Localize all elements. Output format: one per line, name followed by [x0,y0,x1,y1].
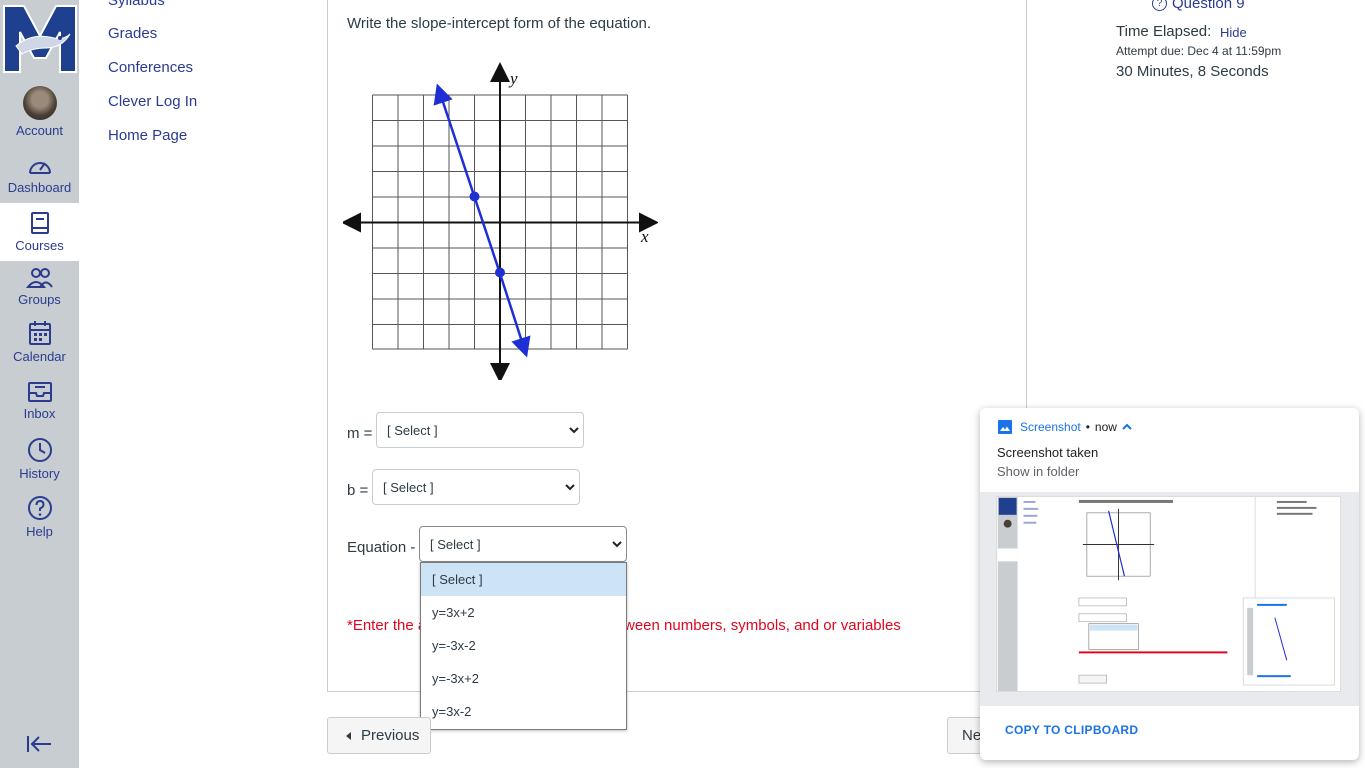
nav-inbox[interactable]: Inbox [0,379,79,421]
show-in-folder-link[interactable]: Show in folder [997,464,1079,479]
dropdown-option[interactable]: y=-3x+2 [421,662,626,695]
hide-timer-link[interactable]: Hide [1220,25,1247,40]
coordinate-graph: y x [343,62,658,380]
nav-account-label: Account [16,123,63,138]
next-button-label: Ne [962,727,982,744]
screenshot-notification: Screenshot • now Screenshot taken Show i… [980,408,1359,760]
nav-groups-label: Groups [18,292,61,307]
course-nav-grades[interactable]: Grades [108,25,157,42]
graph-point [495,267,505,278]
collapse-nav-icon[interactable] [24,733,54,755]
b-label: b = [347,482,369,499]
chevron-up-icon[interactable] [1121,422,1133,432]
chevron-down-icon [569,427,579,434]
time-elapsed-value: 30 Minutes, 8 Seconds [1116,63,1269,80]
time-elapsed-label: Time Elapsed: [1116,23,1212,40]
nav-courses[interactable]: Courses [0,203,79,261]
dashboard-icon [28,162,51,174]
calendar-icon [28,321,51,345]
notification-time: now [1094,420,1117,434]
dropdown-option[interactable]: y=3x+2 [421,596,626,629]
nav-inbox-label: Inbox [23,406,56,421]
history-icon [27,438,52,462]
x-axis-label: x [640,227,649,246]
m-select-value: [ Select ] [387,422,438,438]
nav-groups[interactable]: Groups [0,267,79,307]
nav-history[interactable]: History [0,437,79,481]
m-label: m = [347,425,373,442]
answer-note-end: ween numbers, symbols, and or variables [624,617,901,634]
nav-dashboard-label: Dashboard [7,180,72,195]
graph-point [469,191,480,202]
separator-dot: • [1085,420,1090,434]
equation-label: Equation - [347,539,416,556]
equation-select[interactable]: [ Select ] [419,526,627,562]
image-icon [998,420,1012,434]
equation-select-value: [ Select ] [430,536,481,552]
answer-note: *Enter the a [347,617,427,634]
question-9-label: Question 9 [1172,0,1245,12]
nav-history-label: History [19,466,60,481]
avatar [22,86,57,120]
nav-calendar[interactable]: Calendar [0,320,79,364]
b-select-value: [ Select ] [383,479,434,495]
question-text: Write the slope-intercept form of the eq… [347,15,652,32]
previous-button-label: Previous [361,727,420,744]
dropdown-option[interactable]: [ Select ] [421,563,626,596]
dropdown-option[interactable]: y=3x-2 [421,695,626,728]
graph-axes [343,62,658,380]
notification-app: Screenshot [1020,420,1081,434]
caret-left-icon [346,731,351,740]
nav-help-label: Help [26,524,53,539]
nav-account[interactable]: Account [0,86,79,138]
nav-dashboard[interactable]: Dashboard [0,155,79,195]
m-select[interactable]: [ Select ] [376,412,584,448]
inbox-icon [27,382,52,402]
groups-icon [25,268,53,288]
chevron-down-icon [612,541,622,548]
nav-help[interactable]: Help [0,495,79,539]
notification-title: Screenshot taken [997,445,1099,460]
screenshot-thumbnail[interactable] [996,496,1341,692]
notification-header: Screenshot • now [998,420,1133,434]
school-logo[interactable] [0,0,79,76]
question-icon: ? [1152,0,1167,11]
y-axis-label: y [508,69,518,88]
attempt-due: Attempt due: Dec 4 at 11:59pm [1116,44,1282,58]
b-select[interactable]: [ Select ] [372,469,580,505]
previous-button[interactable]: Previous [327,717,431,754]
question-9-link[interactable]: ? Question 9 [1152,0,1245,12]
course-nav-clever-log-in[interactable]: Clever Log In [108,93,197,110]
equation-dropdown-list: [ Select ] y=3x+2 y=-3x-2 y=-3x+2 y=3x-2 [420,562,627,730]
help-icon [27,496,52,520]
nav-courses-label: Courses [15,238,64,253]
chevron-down-icon [565,484,575,491]
course-nav-conferences[interactable]: Conferences [108,59,193,76]
screenshot-thumbnail-area [980,492,1359,706]
dropdown-option[interactable]: y=-3x-2 [421,629,626,662]
graph-line [433,83,531,358]
copy-to-clipboard-button[interactable]: COPY TO CLIPBOARD [1005,723,1138,737]
courses-icon [30,212,49,234]
nav-calendar-label: Calendar [13,349,66,364]
global-nav: Account Dashboard Courses Groups Calenda… [0,0,79,768]
course-nav-syllabus[interactable]: Syllabus [108,0,165,9]
course-nav-home-page[interactable]: Home Page [108,127,187,144]
